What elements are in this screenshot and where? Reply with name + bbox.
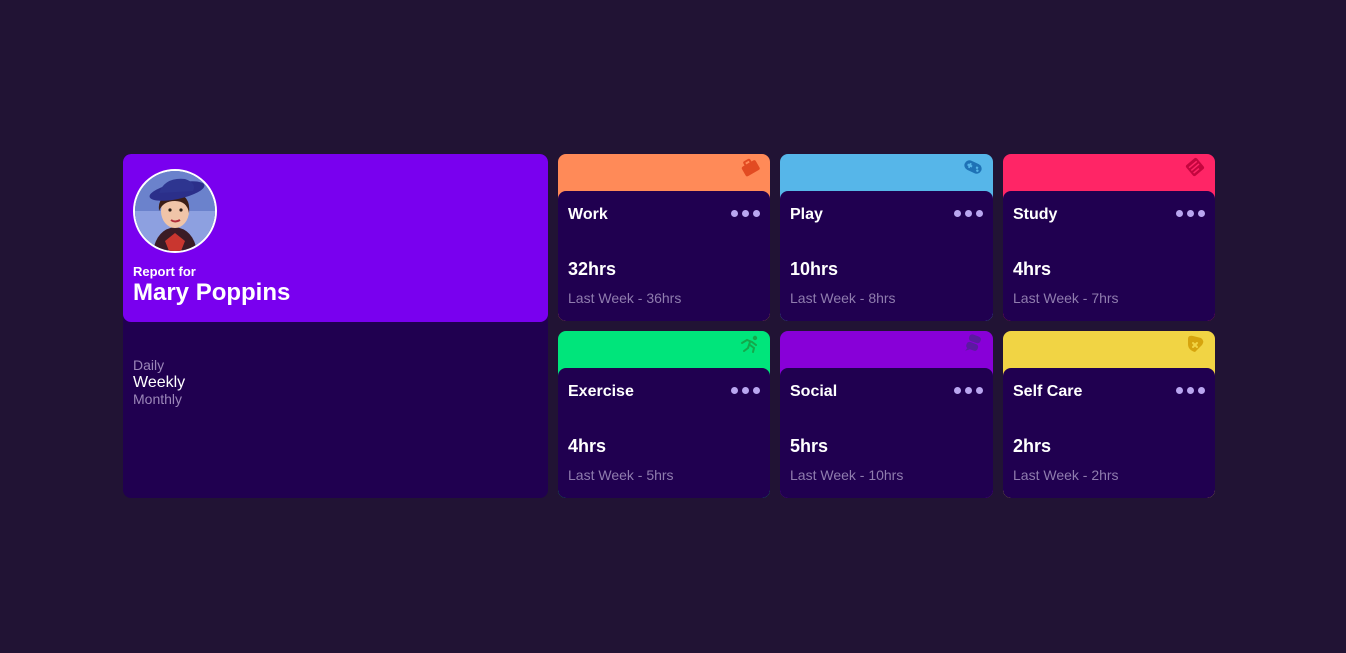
ellipsis-icon[interactable] <box>731 210 760 217</box>
gamepad-icon <box>964 160 982 174</box>
dashboard-grid: Report for Mary Poppins Daily Weekly Mon… <box>123 154 1215 498</box>
card-self-care: Self Care 2hrs Last Week - 2hrs <box>1003 331 1215 498</box>
ellipsis-icon[interactable] <box>731 387 760 394</box>
card-social: Social 5hrs Last Week - 10hrs <box>780 331 993 498</box>
card-body: Play 10hrs Last Week - 8hrs <box>780 191 993 321</box>
card-last-week: Last Week - 2hrs <box>1013 467 1119 483</box>
card-hours: 10hrs <box>790 259 839 279</box>
card-last-week: Last Week - 8hrs <box>790 290 896 306</box>
card-hours: 2hrs <box>1013 436 1052 456</box>
card-title: Self Care <box>1013 383 1083 400</box>
briefcase-icon <box>741 158 760 177</box>
card-last-week: Last Week - 5hrs <box>568 467 674 483</box>
card-work: Work 32hrs Last Week - 36hrs <box>558 154 770 321</box>
profile-card: Report for Mary Poppins Daily Weekly Mon… <box>123 154 548 498</box>
card-title: Study <box>1013 206 1058 223</box>
card-hours: 4hrs <box>1013 259 1052 279</box>
profile-header: Report for Mary Poppins <box>123 154 548 322</box>
card-play: Play 10hrs Last Week - 8hrs <box>780 154 993 321</box>
chat-icon <box>965 334 981 351</box>
period-daily[interactable]: Daily <box>133 357 185 374</box>
card-last-week: Last Week - 7hrs <box>1013 290 1119 306</box>
card-study: Study 4hrs Last Week - 7hrs <box>1003 154 1215 321</box>
ellipsis-icon[interactable] <box>954 210 983 217</box>
card-title: Exercise <box>568 383 634 400</box>
card-last-week: Last Week - 10hrs <box>790 467 904 483</box>
card-title: Work <box>568 206 608 223</box>
card-last-week: Last Week - 36hrs <box>568 290 682 306</box>
ellipsis-icon[interactable] <box>1176 387 1205 394</box>
card-title: Social <box>790 383 838 400</box>
card-title: Play <box>790 206 823 223</box>
period-selector: Daily Weekly Monthly <box>133 357 185 408</box>
card-hours: 32hrs <box>568 259 617 279</box>
card-body: Exercise 4hrs Last Week - 5hrs <box>558 368 770 498</box>
card-body: Social 5hrs Last Week - 10hrs <box>780 368 993 498</box>
card-body: Study 4hrs Last Week - 7hrs <box>1003 191 1215 321</box>
report-for-label: Report for <box>133 264 196 279</box>
heart-icon <box>1188 335 1204 352</box>
period-weekly[interactable]: Weekly <box>133 374 185 391</box>
ellipsis-icon[interactable] <box>954 387 983 394</box>
book-icon <box>1185 157 1205 177</box>
card-hours: 4hrs <box>568 436 607 456</box>
card-body: Self Care 2hrs Last Week - 2hrs <box>1003 368 1215 498</box>
avatar <box>133 169 217 253</box>
running-icon <box>741 335 758 353</box>
card-hours: 5hrs <box>790 436 829 456</box>
ellipsis-icon[interactable] <box>1176 210 1205 217</box>
period-monthly[interactable]: Monthly <box>133 391 185 408</box>
user-name: Mary Poppins <box>133 279 291 306</box>
card-body: Work 32hrs Last Week - 36hrs <box>558 191 770 321</box>
card-exercise: Exercise 4hrs Last Week - 5hrs <box>558 331 770 498</box>
